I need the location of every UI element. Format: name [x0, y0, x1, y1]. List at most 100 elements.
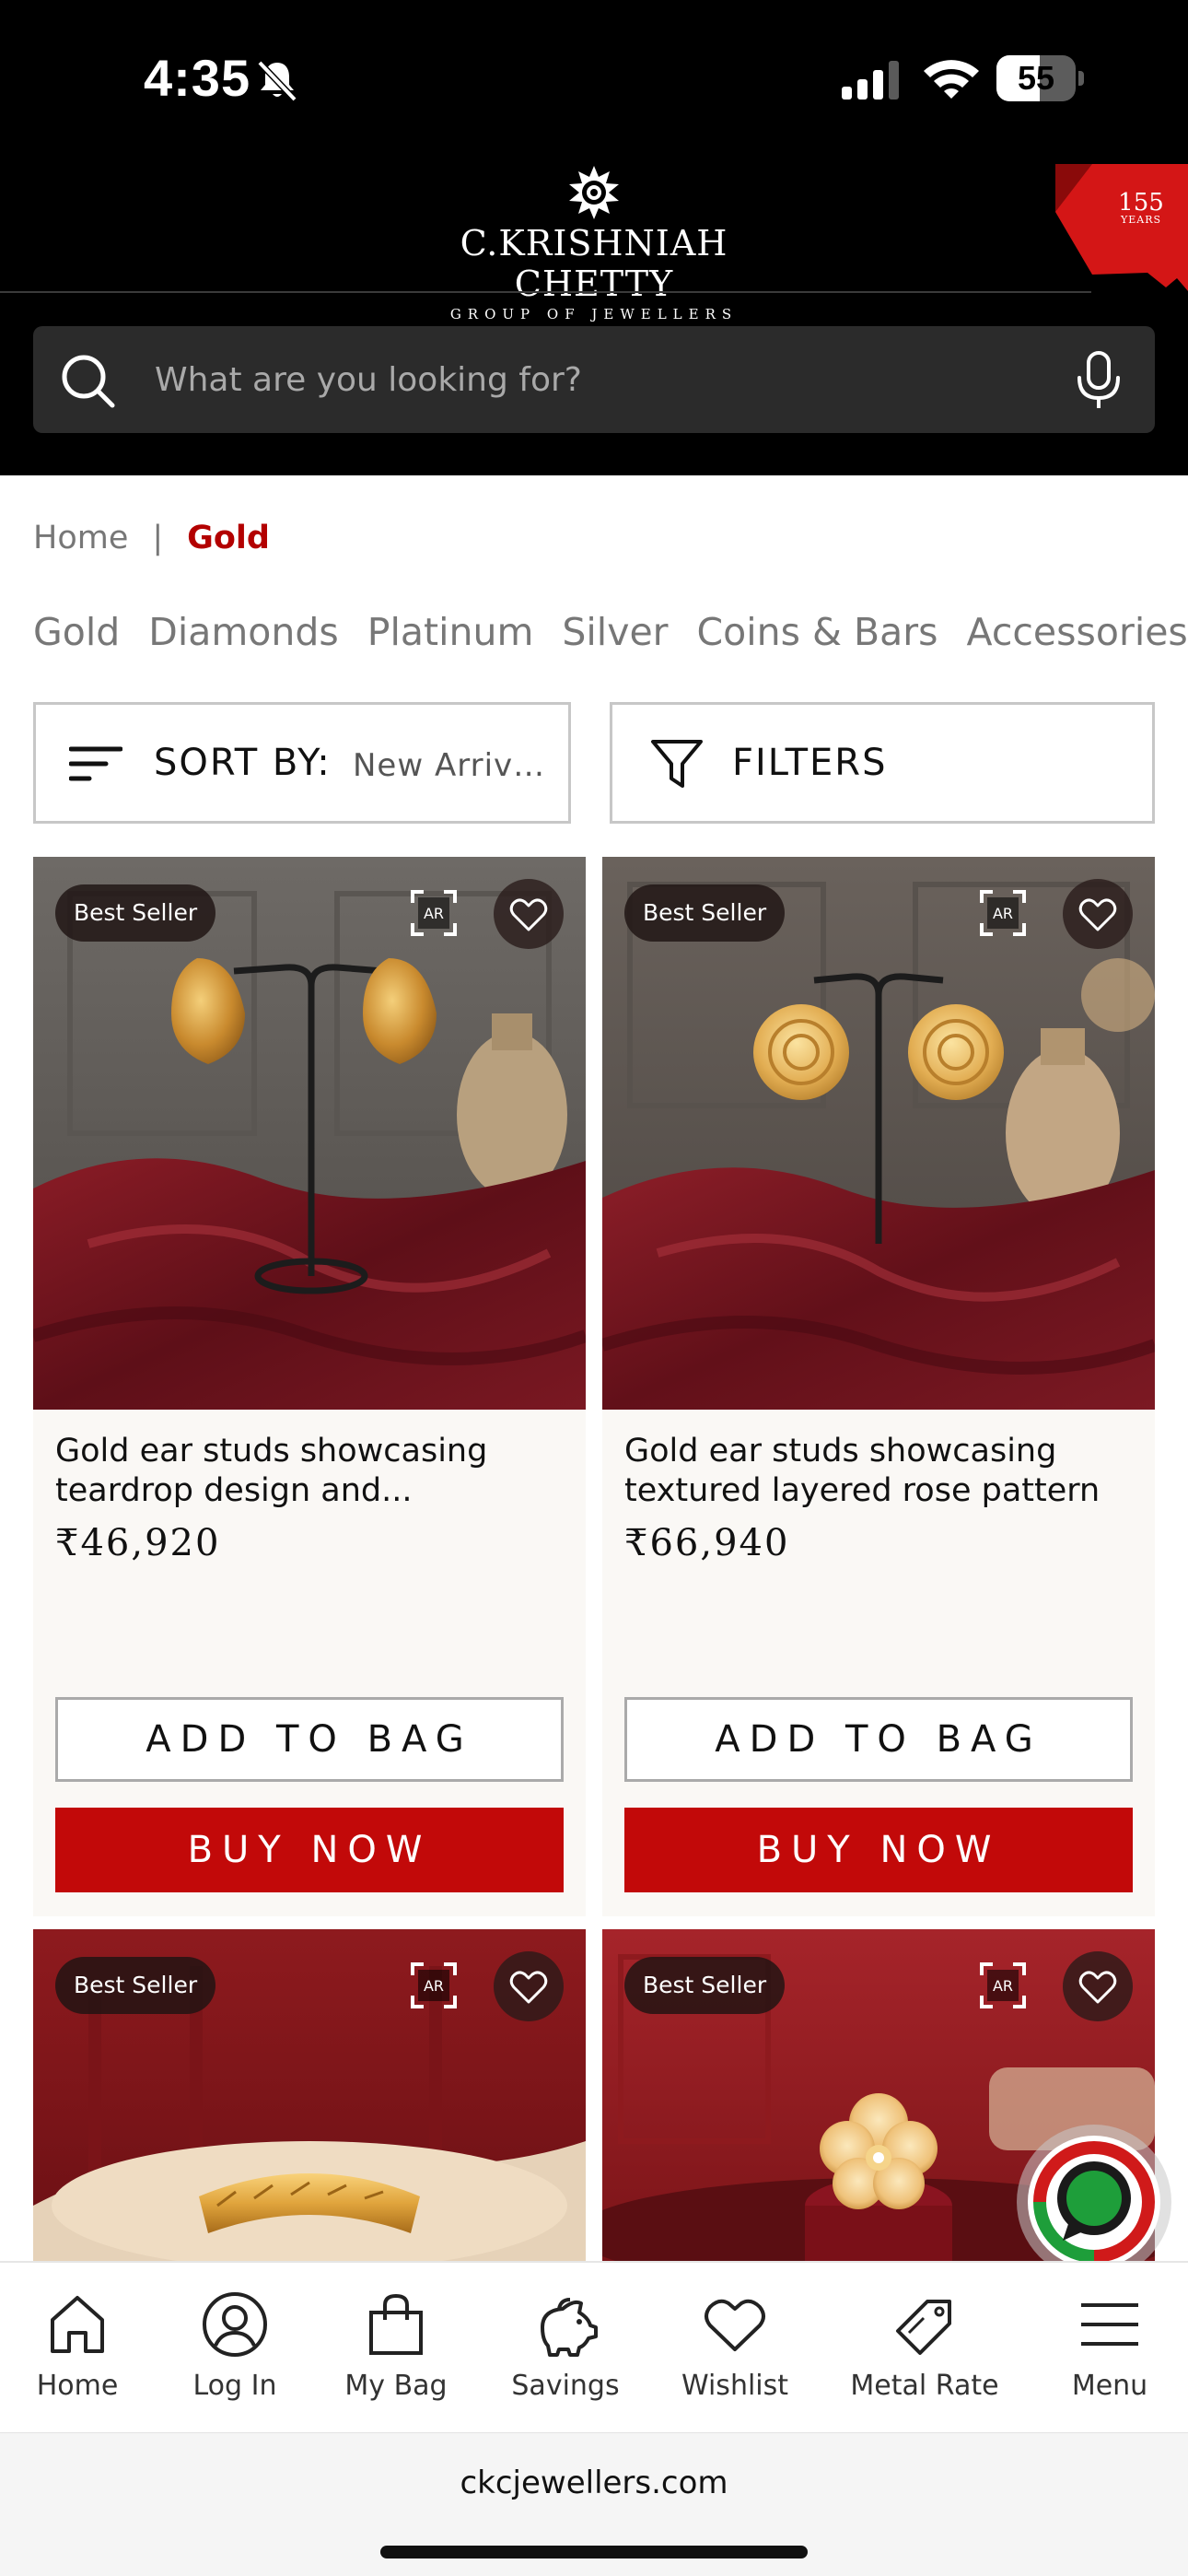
- best-seller-badge: Best Seller: [55, 1957, 216, 2014]
- product-card[interactable]: Best Seller AR: [33, 1929, 586, 2261]
- wishlist-button[interactable]: [1063, 879, 1133, 949]
- ar-label: AR: [993, 1977, 1013, 1995]
- anniversary-label: YEARS: [1120, 214, 1162, 226]
- nav-home[interactable]: Home: [22, 2290, 133, 2410]
- anniversary-text: 155 YEARS: [1100, 189, 1182, 227]
- chat-bubble-icon: [1028, 2136, 1160, 2268]
- add-to-bag-button[interactable]: ADD TO BAG: [624, 1697, 1133, 1782]
- site-header: C.KRISHNIAH CHETTY GROUP OF JEWELLERS 15…: [0, 157, 1188, 475]
- nav-my-bag[interactable]: My Bag: [332, 2290, 460, 2410]
- product-title[interactable]: Gold ear studs showcasing textured layer…: [624, 1432, 1140, 1511]
- url-text[interactable]: ckcjewellers.com: [0, 2465, 1188, 2501]
- product-price: ₹66,940: [624, 1522, 790, 1564]
- nav-wishlist[interactable]: Wishlist: [672, 2290, 798, 2410]
- sort-label: SORT BY:: [154, 742, 332, 784]
- brand-tagline: GROUP OF JEWELLERS: [449, 306, 739, 322]
- bag-icon: [369, 2293, 423, 2355]
- heart-icon: [705, 2299, 765, 2351]
- microphone-icon[interactable]: [1072, 350, 1125, 411]
- wifi-icon: [924, 60, 979, 99]
- sort-value: New Arrivals: [353, 747, 550, 784]
- battery-percent: 55: [1017, 59, 1055, 97]
- anniversary-ribbon: 155 YEARS: [1055, 164, 1188, 291]
- category-tab-diamonds[interactable]: Diamonds: [148, 610, 338, 654]
- search-bar[interactable]: [33, 326, 1155, 433]
- wishlist-button[interactable]: [494, 1951, 564, 2021]
- best-seller-badge: Best Seller: [55, 884, 216, 942]
- nav-label: Metal Rate: [850, 2370, 999, 2402]
- cellular-signal-icon: [842, 61, 899, 100]
- nav-log-in[interactable]: Log In: [175, 2290, 295, 2410]
- ribbon-shape: [1055, 164, 1188, 291]
- category-tab-platinum[interactable]: Platinum: [367, 610, 534, 654]
- ar-view-icon[interactable]: AR: [978, 1961, 1028, 2010]
- chat-support-button[interactable]: [1017, 2125, 1171, 2279]
- ar-label: AR: [424, 1977, 444, 1995]
- product-card[interactable]: Best Seller AR Gold ear studs showcasing…: [33, 857, 586, 1916]
- nav-savings[interactable]: Savings: [501, 2290, 630, 2410]
- category-tab-coins-bars[interactable]: Coins & Bars: [697, 610, 938, 654]
- buy-now-button[interactable]: BUY NOW: [624, 1808, 1133, 1892]
- heart-icon: [1078, 898, 1117, 931]
- breadcrumb-separator: |: [152, 520, 164, 556]
- heart-icon: [1078, 1971, 1117, 2004]
- add-to-bag-button[interactable]: ADD TO BAG: [55, 1697, 564, 1782]
- battery-indicator: 55: [996, 55, 1085, 101]
- breadcrumb-home[interactable]: Home: [33, 520, 128, 556]
- nav-label: My Bag: [344, 2370, 448, 2402]
- search-icon[interactable]: [59, 352, 116, 409]
- product-price: ₹46,920: [55, 1522, 221, 1564]
- wishlist-button[interactable]: [494, 879, 564, 949]
- ar-label: AR: [993, 905, 1013, 922]
- home-icon: [51, 2296, 104, 2353]
- breadcrumb-current: Gold: [187, 520, 270, 556]
- menu-icon: [1081, 2303, 1138, 2346]
- category-tab-accessories[interactable]: Accessories: [967, 610, 1188, 654]
- category-tab-gold[interactable]: Gold: [33, 610, 120, 654]
- filters-label: FILTERS: [732, 742, 888, 784]
- ar-view-icon[interactable]: AR: [409, 1961, 459, 2010]
- product-title[interactable]: Gold ear studs showcasing teardrop desig…: [55, 1432, 571, 1511]
- category-tabs: Gold Diamonds Platinum Silver Coins & Ba…: [33, 610, 1188, 654]
- status-time: 4:35: [144, 49, 251, 107]
- sort-button[interactable]: SORT BY: New Arrivals: [33, 702, 571, 824]
- category-tab-silver[interactable]: Silver: [562, 610, 668, 654]
- brand-emblem-icon: [569, 166, 619, 219]
- sort-icon: [69, 746, 122, 781]
- home-indicator: [380, 2546, 808, 2558]
- filter-funnel-icon: [651, 740, 703, 788]
- ar-view-icon[interactable]: AR: [978, 888, 1028, 938]
- nav-label: Log In: [192, 2370, 277, 2402]
- brand-logo[interactable]: C.KRISHNIAH CHETTY GROUP OF JEWELLERS: [387, 164, 801, 322]
- bottom-navigation: Home Log In My Bag Savings Wishlist Meta…: [0, 2261, 1188, 2432]
- user-icon: [203, 2292, 267, 2357]
- header-divider: [0, 291, 1091, 293]
- product-image[interactable]: Best Seller AR: [602, 857, 1155, 1410]
- ar-view-icon[interactable]: AR: [409, 888, 459, 938]
- price-tag-icon: [896, 2300, 951, 2355]
- breadcrumb: Home | Gold: [33, 520, 270, 556]
- status-bar: 4:35 55: [0, 0, 1188, 157]
- product-card[interactable]: Best Seller AR Gold ear studs showcasing…: [602, 857, 1155, 1916]
- anniversary-number: 155: [1118, 189, 1164, 217]
- nav-label: Wishlist: [681, 2370, 789, 2402]
- product-image[interactable]: Best Seller AR: [33, 857, 586, 1410]
- piggy-bank-icon: [541, 2298, 598, 2357]
- wishlist-button[interactable]: [1063, 1951, 1133, 2021]
- filters-button[interactable]: FILTERS: [610, 702, 1155, 824]
- bell-muted-icon: [257, 60, 297, 102]
- nav-label: Home: [36, 2370, 119, 2402]
- best-seller-badge: Best Seller: [624, 1957, 786, 2014]
- heart-icon: [509, 1971, 548, 2004]
- product-image[interactable]: Best Seller AR: [33, 1929, 586, 2261]
- browser-url-bar[interactable]: ckcjewellers.com: [0, 2432, 1188, 2576]
- heart-icon: [509, 898, 548, 931]
- nav-label: Menu: [1071, 2370, 1148, 2402]
- nav-menu[interactable]: Menu: [1059, 2290, 1160, 2410]
- ar-label: AR: [424, 905, 444, 922]
- nav-label: Savings: [511, 2370, 620, 2402]
- best-seller-badge: Best Seller: [624, 884, 786, 942]
- nav-metal-rate[interactable]: Metal Rate: [844, 2290, 1006, 2410]
- buy-now-button[interactable]: BUY NOW: [55, 1808, 564, 1892]
- search-input[interactable]: [155, 326, 1057, 433]
